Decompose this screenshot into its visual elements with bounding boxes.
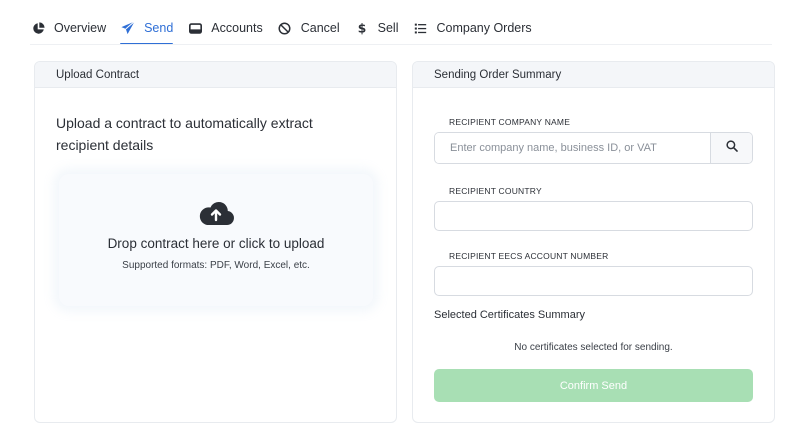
nav-divider: [30, 44, 772, 45]
tab-label: Sell: [377, 21, 399, 35]
recipient-company-label: RECIPIENT COMPANY NAME: [449, 117, 571, 127]
ban-icon: [277, 20, 293, 36]
search-icon: [725, 139, 738, 157]
summary-card-header: Sending Order Summary: [413, 62, 774, 88]
top-nav: Overview Send Accounts Cancel $ Sell Com…: [30, 12, 546, 45]
supported-formats: Supported formats: PDF, Word, Excel, etc…: [122, 260, 310, 271]
tab-overview[interactable]: Overview: [30, 12, 106, 44]
upload-contract-card: Upload Contract Upload a contract to aut…: [34, 61, 397, 423]
tab-accounts[interactable]: Accounts: [187, 12, 263, 44]
recipient-country-label: RECIPIENT COUNTRY: [449, 186, 542, 196]
company-search-group: [434, 132, 753, 164]
tab-label: Overview: [54, 21, 107, 35]
recipient-country-input[interactable]: [434, 201, 753, 231]
company-search-button[interactable]: [710, 133, 752, 163]
tab-cancel[interactable]: Cancel: [277, 12, 340, 44]
pie-chart-icon: [30, 20, 46, 36]
paper-plane-icon: [120, 20, 136, 36]
list-icon: [412, 20, 428, 36]
tab-sell[interactable]: $ Sell: [354, 12, 399, 44]
upload-description: Upload a contract to automatically extra…: [56, 115, 313, 153]
recipient-eecs-label: RECIPIENT EECS ACCOUNT NUMBER: [449, 251, 609, 261]
tab-label: Send: [144, 21, 174, 35]
sending-order-summary-card: Sending Order Summary RECIPIENT COMPANY …: [412, 61, 775, 423]
tab-label: Accounts: [211, 21, 263, 35]
confirm-send-button[interactable]: Confirm Send: [434, 369, 753, 402]
wallet-icon: [187, 20, 203, 36]
recipient-company-input[interactable]: [435, 133, 710, 163]
tab-label: Company Orders: [436, 21, 532, 35]
svg-text:$: $: [357, 21, 366, 35]
dollar-icon: $: [354, 20, 370, 36]
dropzone-text: Drop contract here or click to upload: [107, 236, 325, 251]
tab-label: Cancel: [300, 21, 340, 35]
recipient-eecs-input[interactable]: [434, 266, 753, 296]
upload-card-header: Upload Contract: [35, 62, 396, 88]
cloud-upload-icon: [197, 198, 235, 228]
contract-dropzone[interactable]: Drop contract here or click to upload Su…: [59, 174, 373, 306]
tab-send[interactable]: Send: [120, 12, 174, 45]
no-certificates-message: No certificates selected for sending.: [514, 342, 673, 353]
selected-certificates-title: Selected Certificates Summary: [434, 309, 585, 321]
tab-company-orders[interactable]: Company Orders: [412, 12, 532, 44]
